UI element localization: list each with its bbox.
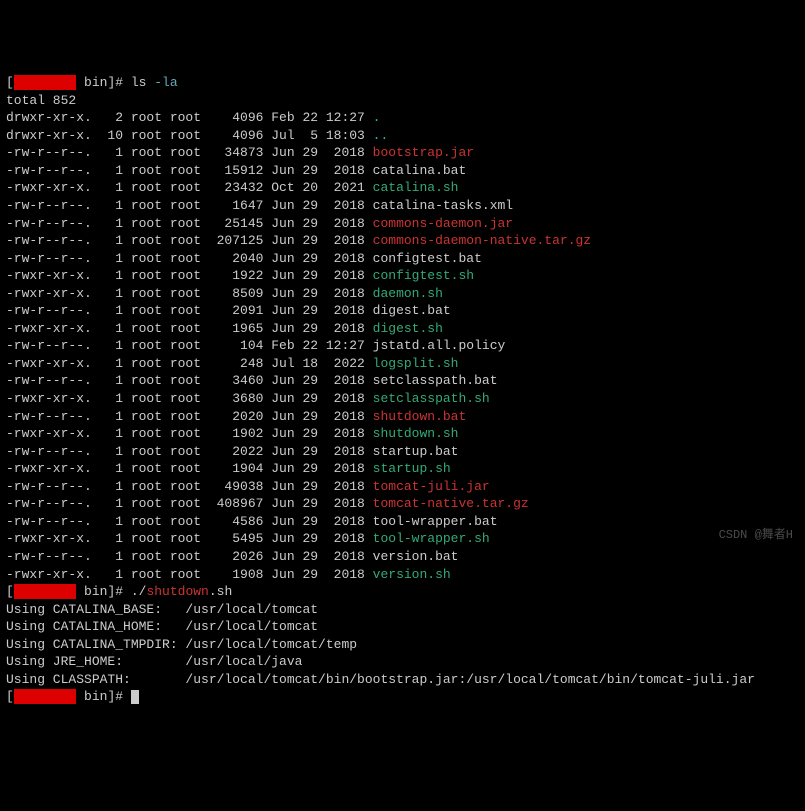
env-line: Using CATALINA_BASE: /usr/local/tomcat [6,601,799,619]
env-line: Using JRE_HOME: /usr/local/java [6,653,799,671]
list-item: -rw-r--r--. 1 root root 25145 Jun 29 201… [6,215,799,233]
file-name: tomcat-juli.jar [373,479,490,494]
env-line: Using CLASSPATH: /usr/local/tomcat/bin/b… [6,671,799,689]
list-item: -rwxr-xr-x. 1 root root 5495 Jun 29 2018… [6,530,799,548]
list-item: -rw-r--r--. 1 root root 4586 Jun 29 2018… [6,513,799,531]
file-name: version.bat [373,549,459,564]
list-item: -rwxr-xr-x. 1 root root 1965 Jun 29 2018… [6,320,799,338]
list-item: -rw-r--r--. 1 root root 207125 Jun 29 20… [6,232,799,250]
list-item: -rwxr-xr-x. 1 root root 1904 Jun 29 2018… [6,460,799,478]
file-name: . [373,110,381,125]
list-item: -rw-r--r--. 1 root root 3460 Jun 29 2018… [6,372,799,390]
file-name: configtest.bat [373,251,482,266]
list-item: drwxr-xr-x. 10 root root 4096 Jul 5 18:0… [6,127,799,145]
list-item: -rw-r--r--. 1 root root 2022 Jun 29 2018… [6,443,799,461]
file-name: .. [373,128,389,143]
file-name: commons-daemon-native.tar.gz [373,233,591,248]
file-name: tool-wrapper.bat [373,514,498,529]
list-item: -rw-r--r--. 1 root root 2091 Jun 29 2018… [6,302,799,320]
file-name: version.sh [373,567,451,582]
command-line: [rootetwo bin]# ./shutdown.sh [6,583,799,601]
redacted-host: rootetwo [14,689,76,704]
command-option: -la [154,75,177,90]
file-name: bootstrap.jar [373,145,474,160]
file-name: catalina-tasks.xml [373,198,513,213]
file-name: setclasspath.sh [373,391,490,406]
list-item: drwxr-xr-x. 2 root root 4096 Feb 22 12:2… [6,109,799,127]
list-item: -rwxr-xr-x. 1 root root 8509 Jun 29 2018… [6,285,799,303]
list-item: -rw-r--r--. 1 root root 15912 Jun 29 201… [6,162,799,180]
total-line: total 852 [6,92,799,110]
file-name: catalina.bat [373,163,467,178]
list-item: -rwxr-xr-x. 1 root root 3680 Jun 29 2018… [6,390,799,408]
list-item: -rw-r--r--. 1 root root 49038 Jun 29 201… [6,478,799,496]
file-name: configtest.sh [373,268,474,283]
list-item: -rwxr-xr-x. 1 root root 23432 Oct 20 202… [6,179,799,197]
list-item: -rw-r--r--. 1 root root 2026 Jun 29 2018… [6,548,799,566]
list-item: -rwxr-xr-x. 1 root root 1902 Jun 29 2018… [6,425,799,443]
file-name: digest.bat [373,303,451,318]
file-name: digest.sh [373,321,443,336]
file-name: tool-wrapper.sh [373,531,490,546]
list-item: -rw-r--r--. 1 root root 34873 Jun 29 201… [6,144,799,162]
file-name: jstatd.all.policy [373,338,506,353]
command: ./shutdown.sh [131,584,232,599]
prompt: [rootetwo bin]# [6,75,131,90]
redacted-host: rootetwo [14,75,76,90]
watermark: CSDN @舞者H [719,527,793,543]
list-item: -rw-r--r--. 1 root root 2040 Jun 29 2018… [6,250,799,268]
file-name: startup.sh [373,461,451,476]
command: ls [131,75,154,90]
list-item: -rwxr-xr-x. 1 root root 1908 Jun 29 2018… [6,566,799,584]
file-name: logsplit.sh [373,356,459,371]
prompt: [rootetwo bin]# [6,584,131,599]
file-name: daemon.sh [373,286,443,301]
file-name: commons-daemon.jar [373,216,513,231]
list-item: -rw-r--r--. 1 root root 2020 Jun 29 2018… [6,408,799,426]
terminal-output[interactable]: [rootetwo bin]# ls -latotal 852drwxr-xr-… [6,74,799,706]
file-name: shutdown.bat [373,409,467,424]
command-line[interactable]: [rootetwo bin]# [6,688,799,706]
prompt: [rootetwo bin]# [6,689,131,704]
file-name: catalina.sh [373,180,459,195]
command-line: [rootetwo bin]# ls -la [6,74,799,92]
file-name: shutdown.sh [373,426,459,441]
file-name: tomcat-native.tar.gz [373,496,529,511]
file-name: setclasspath.bat [373,373,498,388]
list-item: -rw-r--r--. 1 root root 1647 Jun 29 2018… [6,197,799,215]
file-name: startup.bat [373,444,459,459]
list-item: -rw-r--r--. 1 root root 104 Feb 22 12:27… [6,337,799,355]
env-line: Using CATALINA_TMPDIR: /usr/local/tomcat… [6,636,799,654]
list-item: -rwxr-xr-x. 1 root root 1922 Jun 29 2018… [6,267,799,285]
list-item: -rwxr-xr-x. 1 root root 248 Jul 18 2022 … [6,355,799,373]
cursor [131,690,139,704]
redacted-host: rootetwo [14,584,76,599]
list-item: -rw-r--r--. 1 root root 408967 Jun 29 20… [6,495,799,513]
env-line: Using CATALINA_HOME: /usr/local/tomcat [6,618,799,636]
